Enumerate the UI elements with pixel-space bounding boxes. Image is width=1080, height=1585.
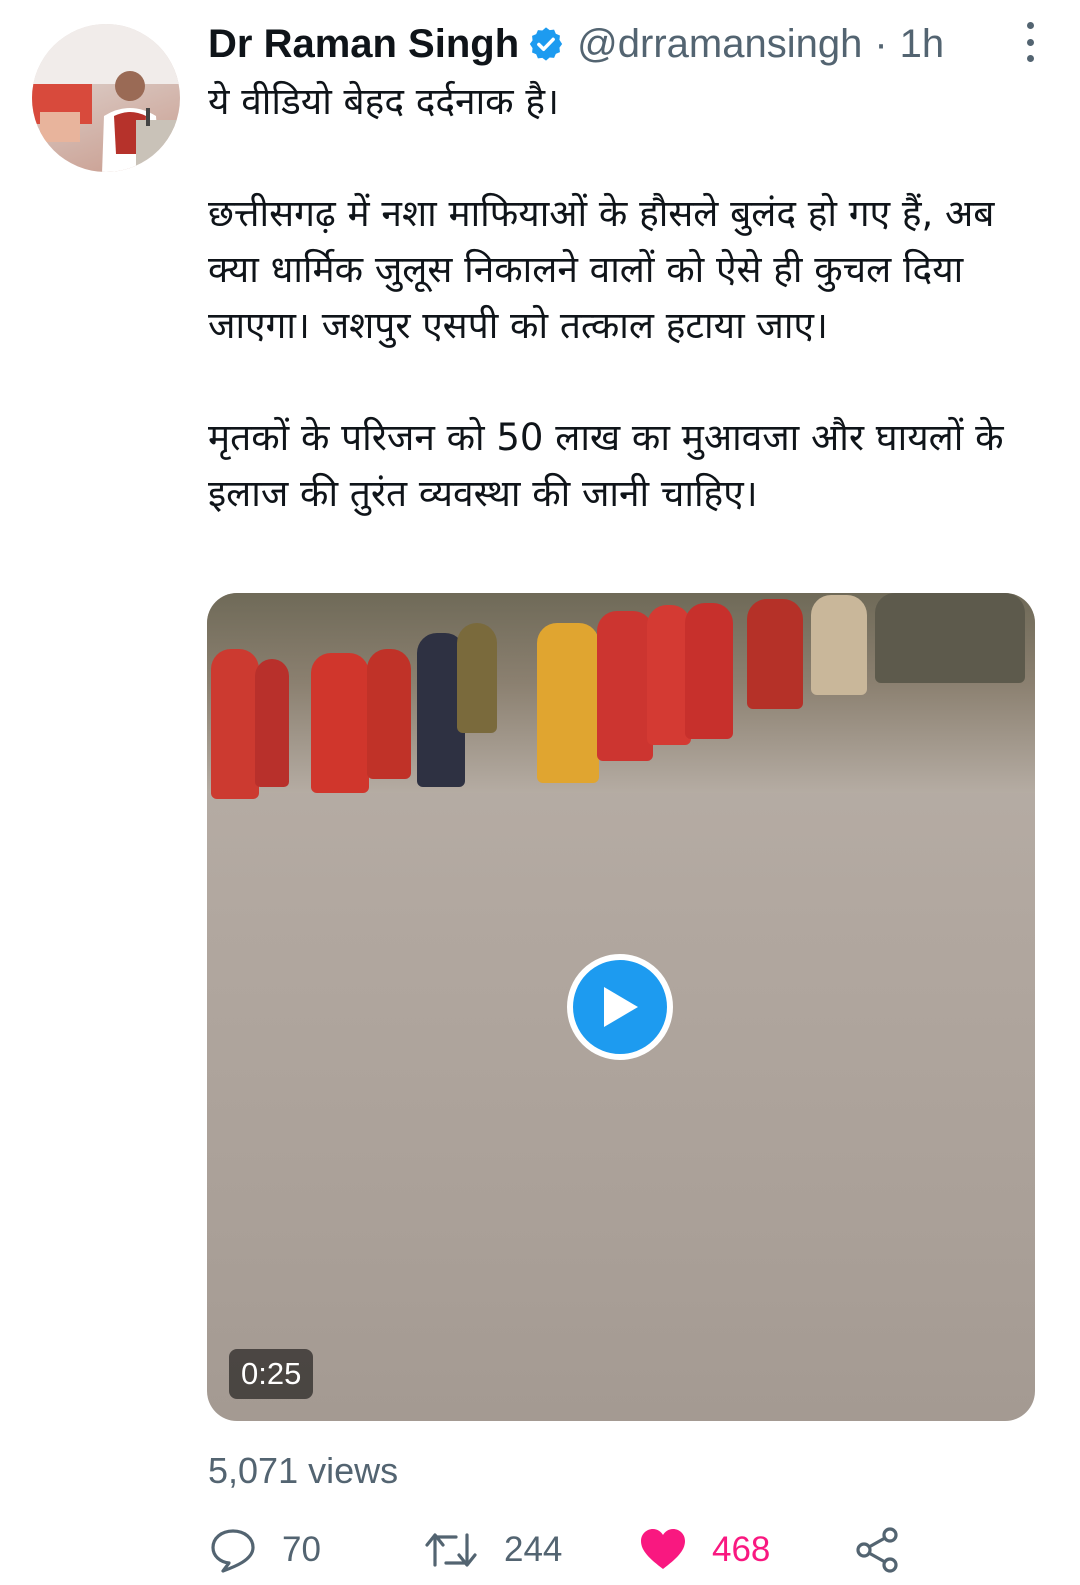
retweet-button[interactable]: 244 xyxy=(422,1520,562,1580)
tweet-paragraph: मृतकों के परिजन को 50 लाख का मुआवजा और घ… xyxy=(208,416,1004,515)
avatar-photo xyxy=(32,24,180,172)
action-bar: 70 244 468 xyxy=(208,1520,1008,1580)
verified-badge-icon xyxy=(530,27,563,61)
tweet-time[interactable]: 1h xyxy=(900,22,945,67)
more-vertical-icon xyxy=(1026,22,1034,29)
video-duration: 0:25 xyxy=(229,1349,314,1399)
video-player[interactable]: 0:25 xyxy=(207,593,1035,1421)
retweet-count: 244 xyxy=(504,1530,563,1569)
author-handle[interactable]: @drramansingh xyxy=(577,22,862,67)
reply-count: 70 xyxy=(282,1530,321,1569)
author-name[interactable]: Dr Raman Singh xyxy=(208,22,519,67)
heart-icon xyxy=(641,1529,685,1569)
like-count: 468 xyxy=(712,1530,771,1569)
retweet-icon xyxy=(425,1533,477,1567)
play-button[interactable] xyxy=(567,954,673,1060)
header-separator: · xyxy=(874,21,888,66)
tweet-paragraph: छत्तीसगढ़ में नशा माफियाओं के हौसले बुलं… xyxy=(208,192,995,347)
tweet-paragraph: ये वीडियो बेहद दर्दनाक है। xyxy=(208,80,559,123)
reply-button[interactable]: 70 xyxy=(208,1520,321,1580)
more-options-button[interactable] xyxy=(1020,22,1040,62)
avatar[interactable] xyxy=(32,24,180,172)
tweet-text: ये वीडियो बेहद दर्दनाक है। छत्तीसगढ़ में… xyxy=(208,74,1038,522)
play-icon xyxy=(604,987,638,1027)
like-button[interactable]: 468 xyxy=(638,1520,770,1580)
view-count[interactable]: 5,071 views xyxy=(208,1450,398,1492)
share-icon xyxy=(856,1527,898,1573)
tweet-header: Dr Raman Singh @drramansingh · 1h xyxy=(208,16,1040,72)
reply-icon xyxy=(211,1529,255,1573)
share-button[interactable] xyxy=(852,1520,902,1580)
